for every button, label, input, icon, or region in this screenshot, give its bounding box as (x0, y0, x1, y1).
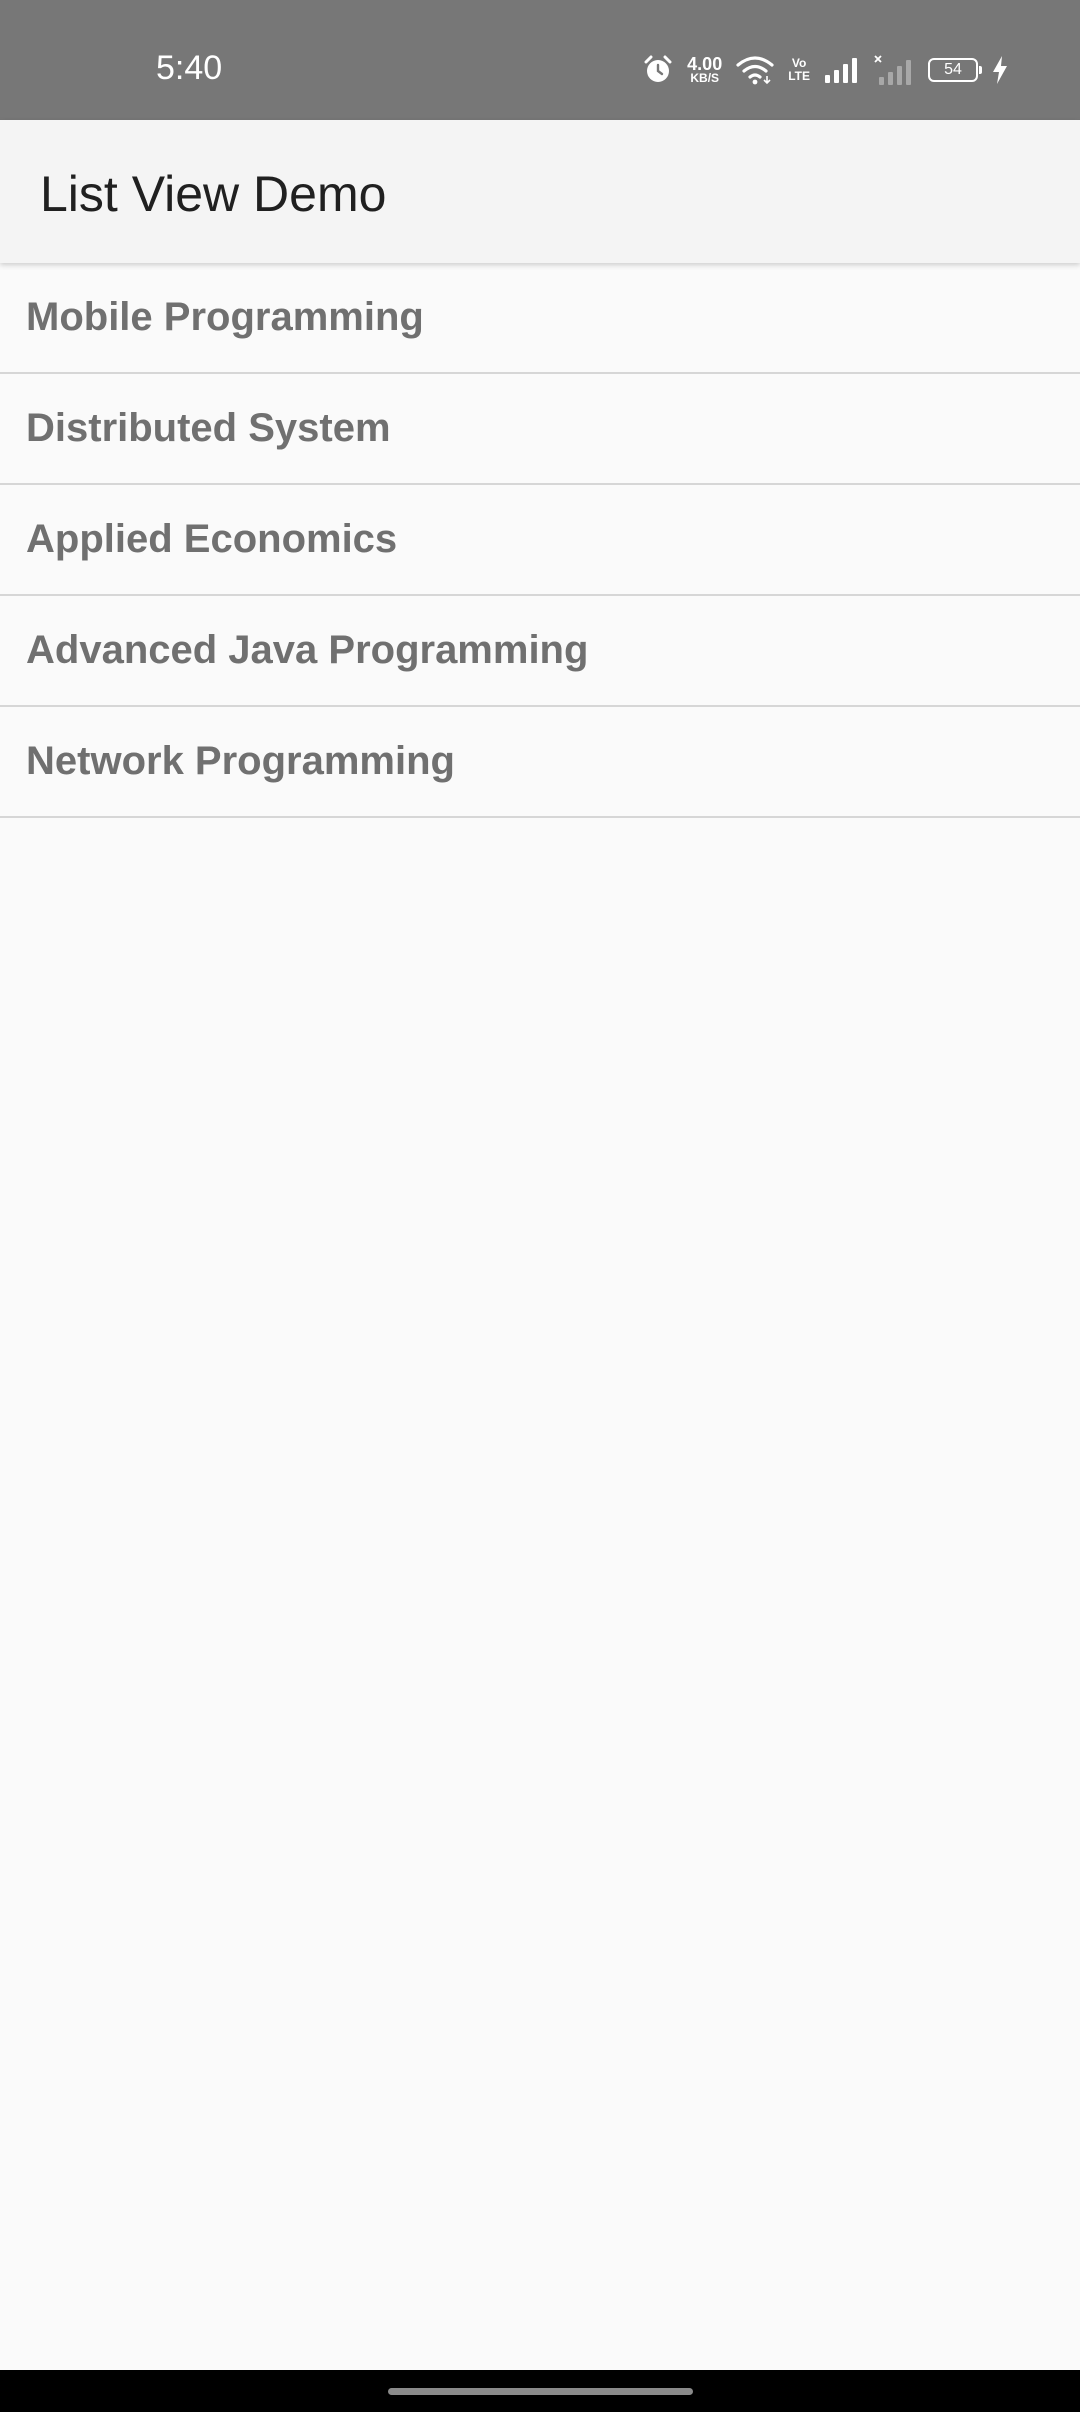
list-item-label: Advanced Java Programming (26, 628, 589, 672)
wifi-icon (736, 55, 774, 85)
course-list: Mobile Programming Distributed System Ap… (0, 263, 1080, 818)
list-item[interactable]: Distributed System (0, 374, 1080, 485)
net-speed-value: 4.00 (687, 53, 723, 74)
app-bar: List View Demo (0, 120, 1080, 263)
list-item-label: Applied Economics (26, 517, 398, 561)
home-gesture-handle[interactable] (388, 2388, 693, 2395)
list-item[interactable]: Advanced Java Programming (0, 596, 1080, 707)
volte-bottom: LTE (788, 69, 810, 83)
volte-indicator: Vo LTE (788, 57, 810, 83)
battery-level: 54 (944, 61, 962, 78)
status-time: 5:40 (156, 49, 223, 87)
navigation-bar (0, 2370, 1080, 2412)
list-item[interactable]: Mobile Programming (0, 263, 1080, 374)
screen: 5:40 4.00 KB/S Vo LTE 54 List View Demo … (0, 0, 1080, 2412)
signal-no-sim-icon (874, 55, 914, 85)
signal-icon (824, 57, 860, 83)
list-item[interactable]: Applied Economics (0, 485, 1080, 596)
list-item[interactable]: Network Programming (0, 707, 1080, 818)
list-item-label: Network Programming (26, 739, 455, 783)
status-bar: 5:40 4.00 KB/S Vo LTE 54 (0, 0, 1080, 120)
alarm-icon (643, 55, 673, 85)
battery-icon: 54 (928, 58, 982, 82)
list-item-label: Mobile Programming (26, 295, 424, 339)
net-speed-unit: KB/S (690, 70, 720, 85)
app-title: List View Demo (40, 166, 387, 222)
charging-icon (992, 56, 1008, 84)
net-speed: 4.00 KB/S (687, 53, 723, 85)
list-item-label: Distributed System (26, 406, 391, 450)
status-icons: 4.00 KB/S Vo LTE 54 (643, 50, 1008, 90)
